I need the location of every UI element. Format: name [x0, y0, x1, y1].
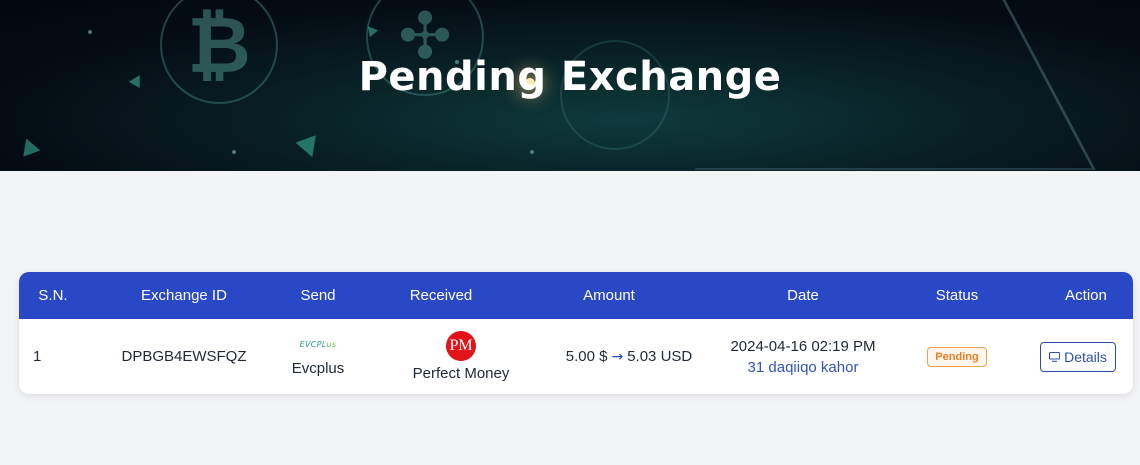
column-header-date: Date	[787, 287, 819, 304]
particle-decoration	[232, 150, 236, 154]
triangle-decoration	[17, 135, 41, 157]
date-datetime: 2024-04-16 02:19 PM	[730, 337, 876, 355]
row-send: EVCPLus Evcplus	[278, 319, 358, 394]
column-header-action: Action	[1065, 287, 1107, 304]
pending-exchange-table: S.N. Exchange ID Send Received Amount Da…	[19, 272, 1133, 394]
arrow-right-icon: →	[611, 348, 624, 365]
row-exchange-id: DPBGB4EWSFQZ	[121, 348, 247, 365]
monitor-icon	[1049, 351, 1061, 362]
hero-banner: ₿ ✣ Pending Exchange	[0, 0, 1140, 171]
send-method-name: Evcplus	[291, 360, 345, 377]
amount-to: 5.03 USD	[627, 348, 693, 365]
amount-from: 5.00 $	[565, 348, 608, 365]
row-received: PM Perfect Money	[381, 319, 541, 394]
perfect-money-logo: PM	[446, 331, 476, 361]
particle-decoration	[530, 150, 534, 154]
page-title: Pending Exchange	[358, 54, 782, 100]
details-button-label: Details	[1064, 348, 1107, 365]
table-row: 1 DPBGB4EWSFQZ EVCPLus Evcplus PM Perfec…	[19, 319, 1133, 394]
table-header: S.N. Exchange ID Send Received Amount Da…	[19, 272, 1133, 319]
details-button[interactable]: Details	[1040, 341, 1116, 372]
column-header-send: Send	[300, 287, 336, 304]
row-date: 2024-04-16 02:19 PM 31 daqiiqo kahor	[723, 319, 883, 394]
column-header-status: Status	[935, 287, 979, 304]
received-method-name: Perfect Money	[412, 365, 510, 382]
status-badge: Pending	[927, 346, 987, 367]
column-header-sn: S.N.	[38, 287, 68, 304]
particle-decoration	[88, 30, 92, 34]
column-header-received: Received	[409, 287, 473, 304]
date-relative: 31 daqiiqo kahor	[747, 358, 859, 376]
row-sn: 1	[33, 348, 42, 365]
row-action: Details	[1037, 319, 1119, 394]
row-amount: 5.00 $ → 5.03 USD	[539, 319, 719, 394]
triangle-decoration	[295, 135, 323, 161]
column-header-exchange-id: Exchange ID	[141, 287, 227, 304]
column-header-amount: Amount	[583, 287, 635, 304]
evcplus-logo: EVCPLus	[299, 340, 337, 349]
row-status: Pending	[917, 319, 997, 394]
